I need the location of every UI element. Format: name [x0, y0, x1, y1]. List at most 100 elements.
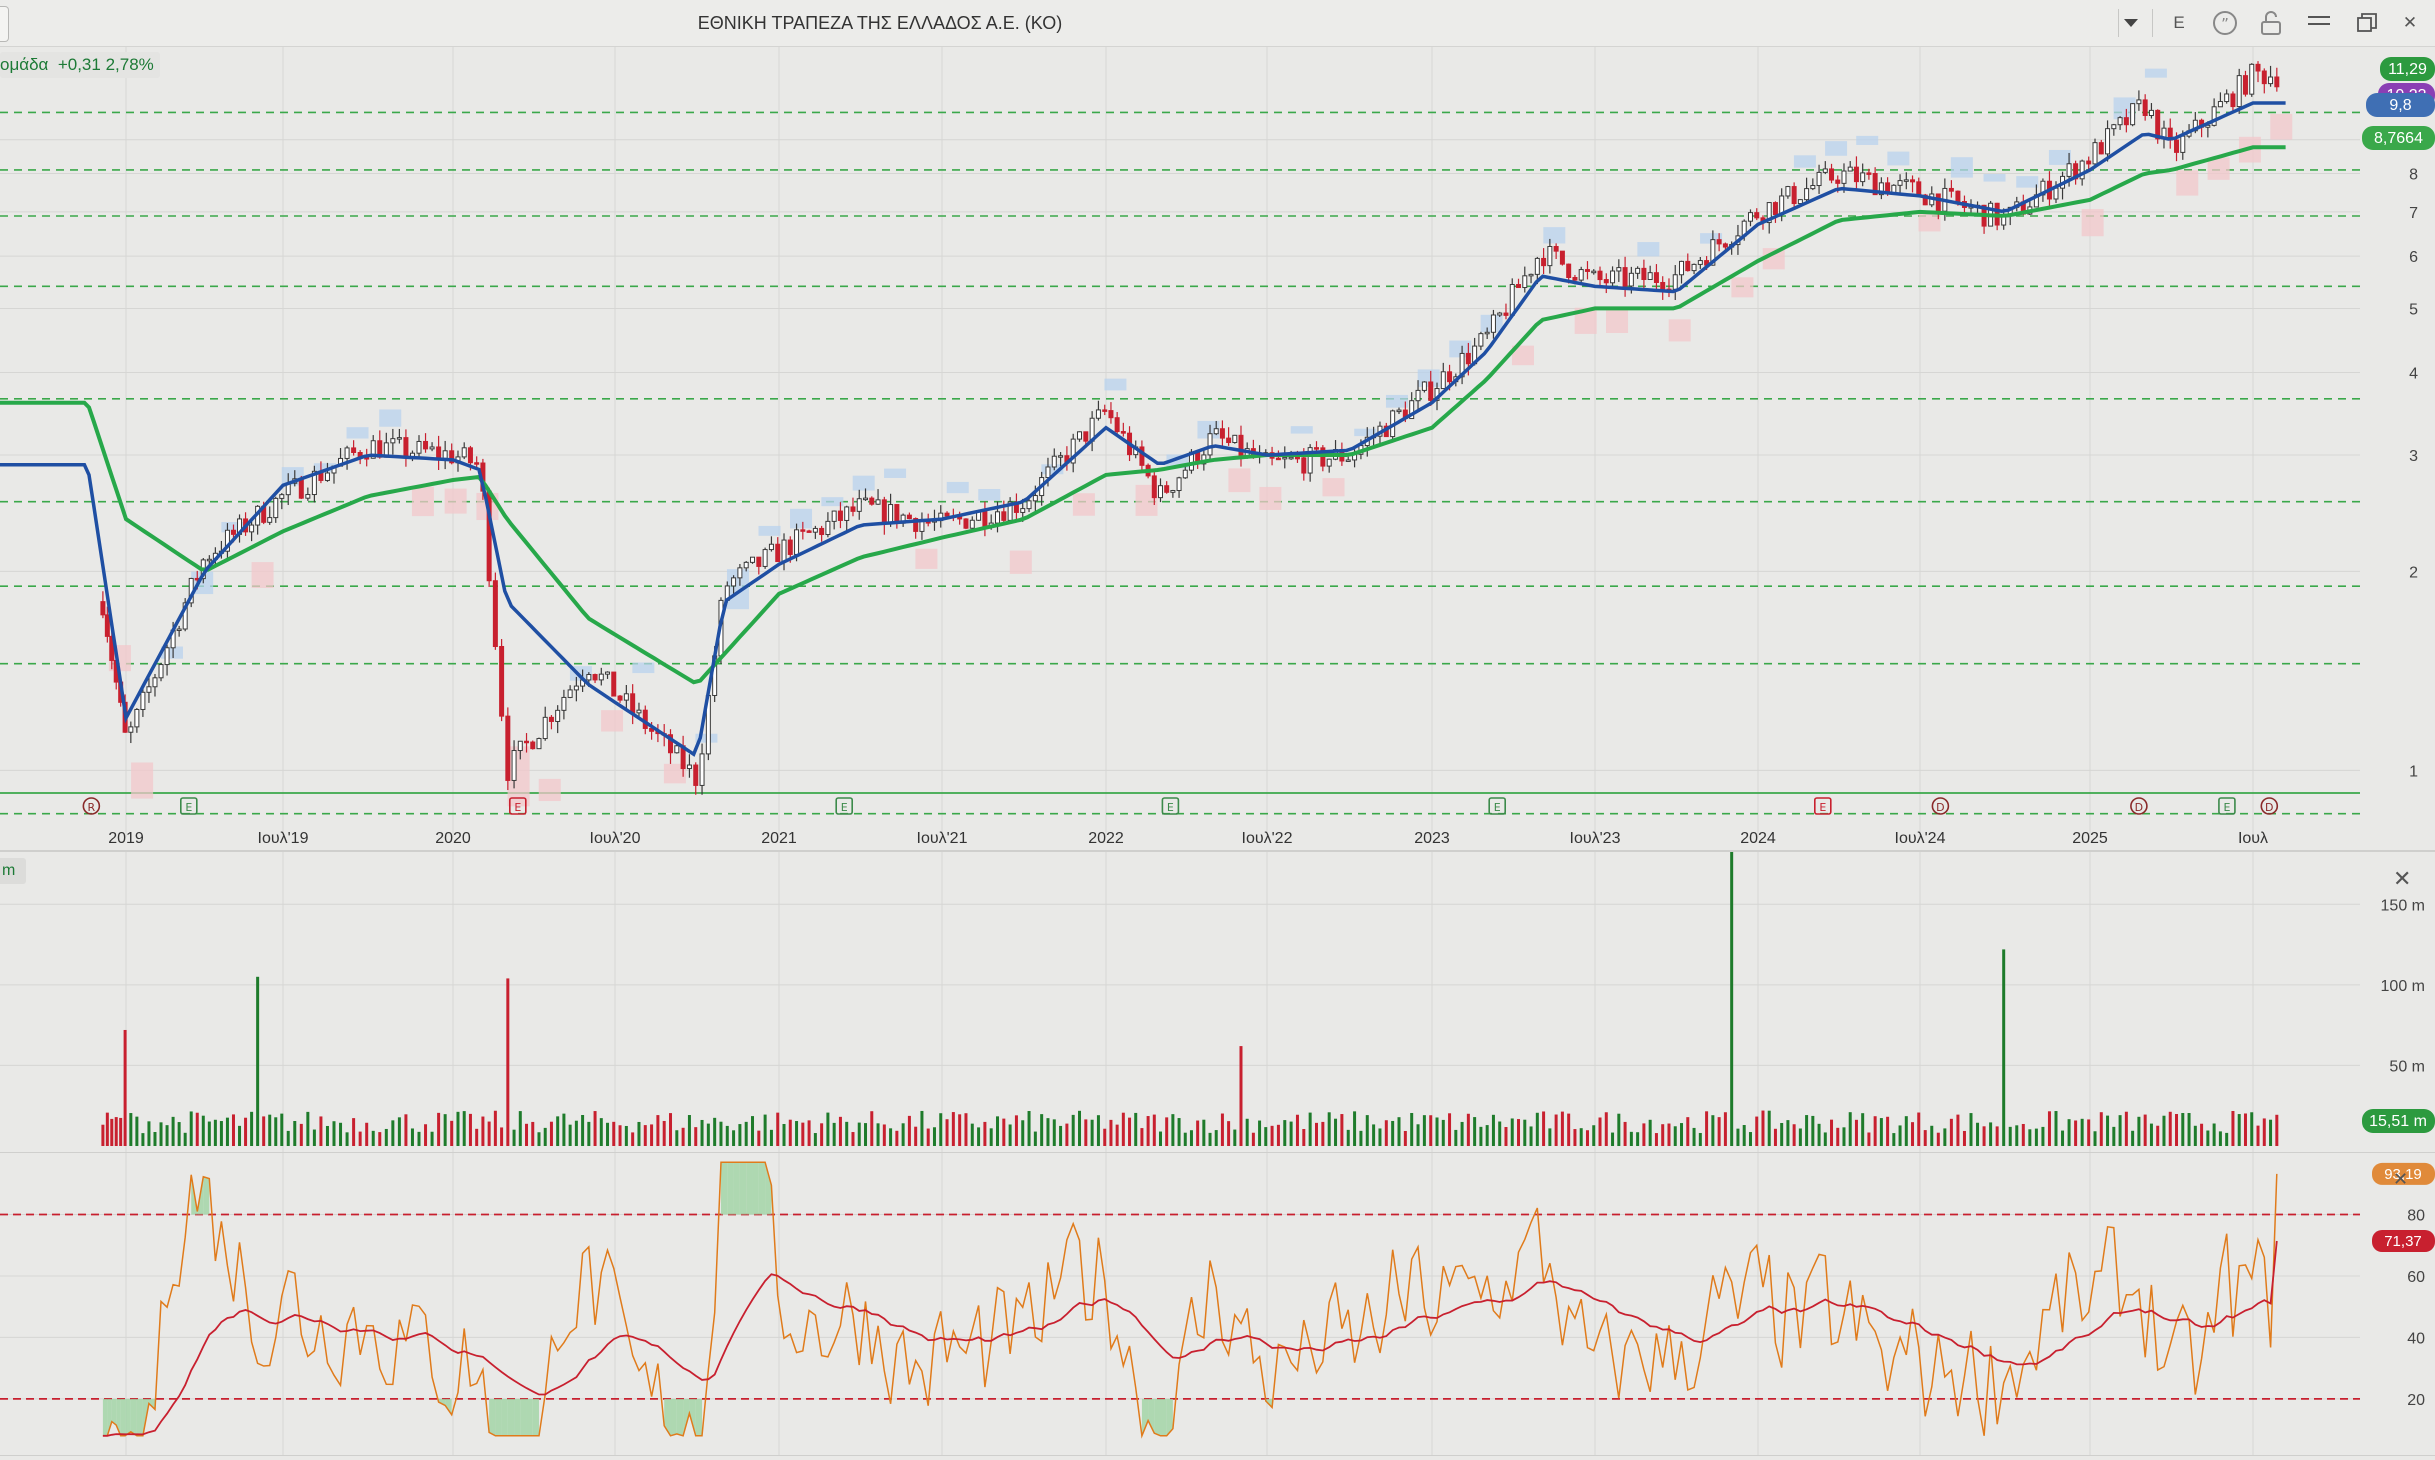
volume-bar [1780, 1122, 1784, 1146]
volume-bar [2041, 1126, 2045, 1146]
rsi-chart[interactable]: 8060402093,1971,37 [0, 1153, 2435, 1455]
candle-body [1610, 270, 1616, 284]
price-chart[interactable]: 9876543212019Ιουλ'192020Ιουλ'202021Ιουλ'… [0, 47, 2435, 850]
candle-body [230, 529, 236, 535]
volume-bar [637, 1121, 641, 1146]
volume-bar [105, 1112, 109, 1146]
volume-bar [744, 1121, 748, 1146]
rsi-oversold-fill [507, 1398, 515, 1436]
candle-body [499, 646, 505, 717]
candle-body [674, 745, 680, 754]
dropdown-button[interactable] [2120, 8, 2142, 38]
candle-body [781, 539, 787, 563]
event-marker-label: E [1167, 801, 1174, 814]
volume-bar [1611, 1132, 1615, 1146]
projection-box [790, 508, 813, 529]
volume-chart[interactable]: 150 m 100 m 50 m 15,51 m [0, 852, 2435, 1152]
volume-bar [1962, 1130, 1966, 1146]
projection-box [852, 475, 875, 491]
volume-bar [195, 1112, 199, 1146]
ema-fast-line [0, 101, 2286, 757]
volume-bar [2218, 1131, 2222, 1146]
volume-bar [141, 1133, 145, 1146]
projection-box [884, 468, 907, 478]
volume-bar [2118, 1115, 2122, 1146]
volume-bar [574, 1120, 578, 1146]
rsi-oversold-fill [1160, 1398, 1167, 1436]
candle-body [128, 726, 134, 733]
volume-bar [1270, 1125, 1274, 1146]
candle-body [1114, 417, 1120, 433]
close-volume-panel-button[interactable]: ✕ [2393, 868, 2411, 890]
candle-body [1528, 273, 1534, 277]
projection-box [379, 409, 402, 427]
candle-body [1797, 199, 1803, 205]
candle-body [1164, 485, 1170, 493]
candle-body [429, 446, 435, 450]
volume-bar [1529, 1126, 1533, 1146]
candle-body [623, 693, 629, 701]
volume-bar [543, 1127, 547, 1146]
volume-bar [1059, 1125, 1063, 1146]
volume-bar [1233, 1129, 1237, 1146]
volume-bar [1773, 1128, 1777, 1146]
volume-bar [225, 1117, 229, 1146]
candle-body [423, 440, 429, 450]
quote-button[interactable]: ” [2210, 8, 2240, 38]
candle-body [1847, 166, 1853, 172]
volume-bar [358, 1131, 362, 1146]
volume-bar [1604, 1112, 1608, 1146]
candle-body [1182, 469, 1188, 479]
volume-bar [1498, 1121, 1502, 1146]
close-rsi-panel-button[interactable]: ✕ [2393, 1168, 2408, 1190]
volume-bar [907, 1115, 911, 1146]
volume-bar [1189, 1130, 1193, 1146]
rsi-tick-label: 40 [2407, 1330, 2425, 1347]
volume-bar [1629, 1131, 1633, 1146]
volume-bar [1617, 1113, 1621, 1146]
volume-bar [738, 1124, 742, 1146]
candle-body [100, 601, 106, 616]
close-window-button[interactable]: ✕ [2398, 8, 2422, 38]
volume-bar [437, 1112, 441, 1146]
restore-button[interactable] [2352, 8, 2382, 38]
e-button[interactable]: E [2168, 8, 2190, 38]
volume-bar [1911, 1122, 1915, 1146]
volume-bar [1717, 1117, 1721, 1146]
time-axis-label: Ιουλ'20 [590, 830, 641, 847]
candle-body [1948, 187, 1954, 192]
volume-bar [1491, 1114, 1495, 1146]
candle-body [140, 691, 146, 710]
projection-box [946, 481, 969, 494]
volume-bar [1554, 1114, 1558, 1146]
volume-bar [1661, 1124, 1665, 1146]
lock-button[interactable] [2256, 8, 2286, 38]
volume-bar [2087, 1119, 2091, 1146]
volume-bar [481, 1116, 485, 1146]
volume-bar [2269, 1119, 2273, 1146]
candle-body [158, 664, 164, 679]
candle-body [1641, 267, 1647, 280]
volume-bar [1879, 1118, 1883, 1146]
volume-bar [165, 1125, 169, 1146]
candle-body [176, 628, 182, 632]
volume-bar [889, 1128, 893, 1146]
projection-box [1543, 227, 1566, 244]
volume-bar [1917, 1112, 1921, 1146]
volume-bar [2256, 1125, 2260, 1146]
volume-bar [876, 1123, 880, 1146]
volume-bar [1892, 1133, 1896, 1146]
volume-bar [280, 1113, 284, 1146]
volume-bar [424, 1124, 428, 1146]
volume-bar [1040, 1114, 1044, 1146]
volume-bar [1109, 1119, 1113, 1146]
candle-body [693, 764, 699, 786]
projection-box [2176, 170, 2199, 196]
candle-body [1314, 447, 1319, 450]
volume-bar [1936, 1132, 1940, 1146]
candle-body [750, 556, 756, 563]
menu-button[interactable] [2304, 8, 2334, 38]
candle-body [963, 518, 969, 529]
candle-body [2236, 75, 2242, 108]
candle-body [844, 506, 850, 521]
